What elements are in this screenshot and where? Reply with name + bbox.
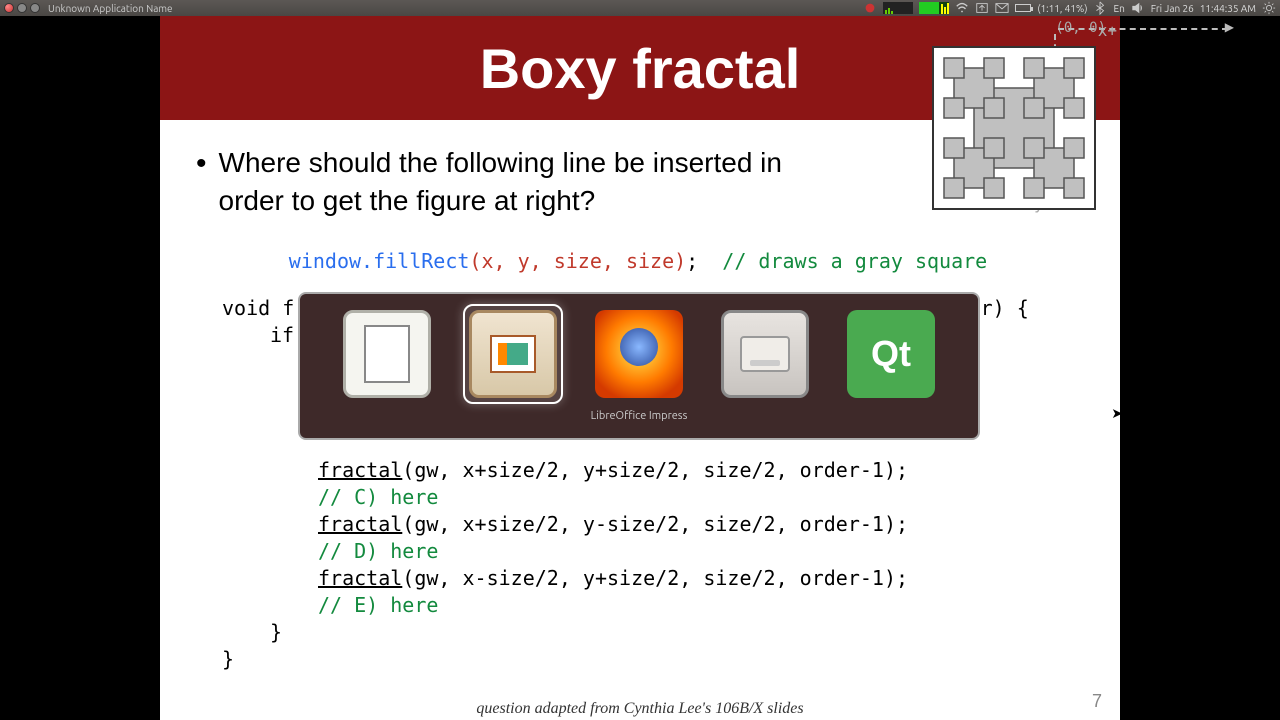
- code-c3-rest: (gw, x-size/2, y+size/2, size/2, order-1…: [402, 566, 908, 590]
- code-close-inner: }: [270, 619, 1080, 646]
- x-axis-line: [1058, 28, 1228, 30]
- updates-icon[interactable]: [975, 2, 989, 14]
- question-text: Where should the following line be inser…: [196, 144, 816, 220]
- code-fillrect-line: window.fillRect(x, y, size, size); // dr…: [196, 248, 1080, 275]
- switcher-app-impress[interactable]: [463, 304, 563, 404]
- code-if: if: [270, 323, 294, 347]
- code-fn-post: r) {: [981, 296, 1029, 320]
- code-call: window.fillRect: [289, 249, 470, 273]
- code-close-outer: }: [222, 646, 1080, 673]
- slide-attribution: question adapted from Cynthia Lee's 106B…: [160, 700, 1120, 718]
- x-axis-label: x+: [1098, 21, 1117, 40]
- qt-icon-label: Qt: [871, 333, 911, 375]
- system-menubar: Unknown Application Name (1:11, 41%) En …: [0, 0, 1280, 16]
- page-number: 7: [1092, 691, 1102, 712]
- wifi-icon[interactable]: [955, 2, 969, 14]
- mouse-cursor: ➤: [1111, 405, 1123, 422]
- window-controls: [4, 3, 40, 13]
- mail-icon[interactable]: [995, 2, 1009, 14]
- volume-icon[interactable]: [1131, 2, 1145, 14]
- document-icon: [343, 310, 431, 398]
- switcher-app-files[interactable]: [715, 304, 815, 404]
- code-args: (x, y, size, size): [469, 249, 686, 273]
- switcher-app-qt[interactable]: Qt: [841, 304, 941, 404]
- window-minimize-button[interactable]: [17, 3, 27, 13]
- mem-graph[interactable]: [919, 2, 949, 14]
- battery-text: (1:11, 41%): [1037, 3, 1087, 14]
- code-c3-comment: // E) here: [318, 592, 1080, 619]
- code-c1-comment: // C) here: [318, 484, 1080, 511]
- code-c2-comment: // D) here: [318, 538, 1080, 565]
- code-c3-call: fractal: [318, 566, 402, 590]
- impress-icon: [469, 310, 557, 398]
- app-switcher[interactable]: Qt LibreOffice Impress: [298, 292, 980, 440]
- files-icon: [721, 310, 809, 398]
- fractal-diagram: [932, 46, 1096, 210]
- question-text-inner: Where should the following line be inser…: [219, 144, 816, 220]
- clock-date[interactable]: Fri Jan 26: [1151, 3, 1194, 14]
- switcher-selected-label: LibreOffice Impress: [591, 410, 688, 422]
- window-maximize-button[interactable]: [30, 3, 40, 13]
- code-c1-rest: (gw, x+size/2, y+size/2, size/2, order-1…: [402, 458, 908, 482]
- code-fn-pre: void f: [222, 296, 294, 320]
- keyboard-lang[interactable]: En: [1113, 3, 1124, 14]
- app-title: Unknown Application Name: [48, 3, 173, 14]
- code-comment: // draws a gray square: [722, 249, 987, 273]
- bluetooth-icon[interactable]: [1093, 2, 1107, 14]
- code-c1-call: fractal: [318, 458, 402, 482]
- switcher-app-libreoffice[interactable]: [337, 304, 437, 404]
- window-close-button[interactable]: [4, 3, 14, 13]
- clock-time[interactable]: 11:44:35 AM: [1200, 3, 1256, 14]
- qt-icon: Qt: [847, 310, 935, 398]
- switcher-app-firefox[interactable]: [589, 304, 689, 404]
- code-semi: ;: [686, 249, 698, 273]
- firefox-icon: [595, 310, 683, 398]
- record-icon[interactable]: [863, 2, 877, 14]
- code-c2-call: fractal: [318, 512, 402, 536]
- code-c2-rest: (gw, x+size/2, y-size/2, size/2, order-1…: [402, 512, 908, 536]
- gear-icon[interactable]: [1262, 2, 1276, 14]
- battery-icon[interactable]: [1015, 4, 1031, 12]
- cpu-graph[interactable]: [883, 2, 913, 14]
- system-tray: (1:11, 41%) En Fri Jan 26 11:44:35 AM: [863, 2, 1276, 14]
